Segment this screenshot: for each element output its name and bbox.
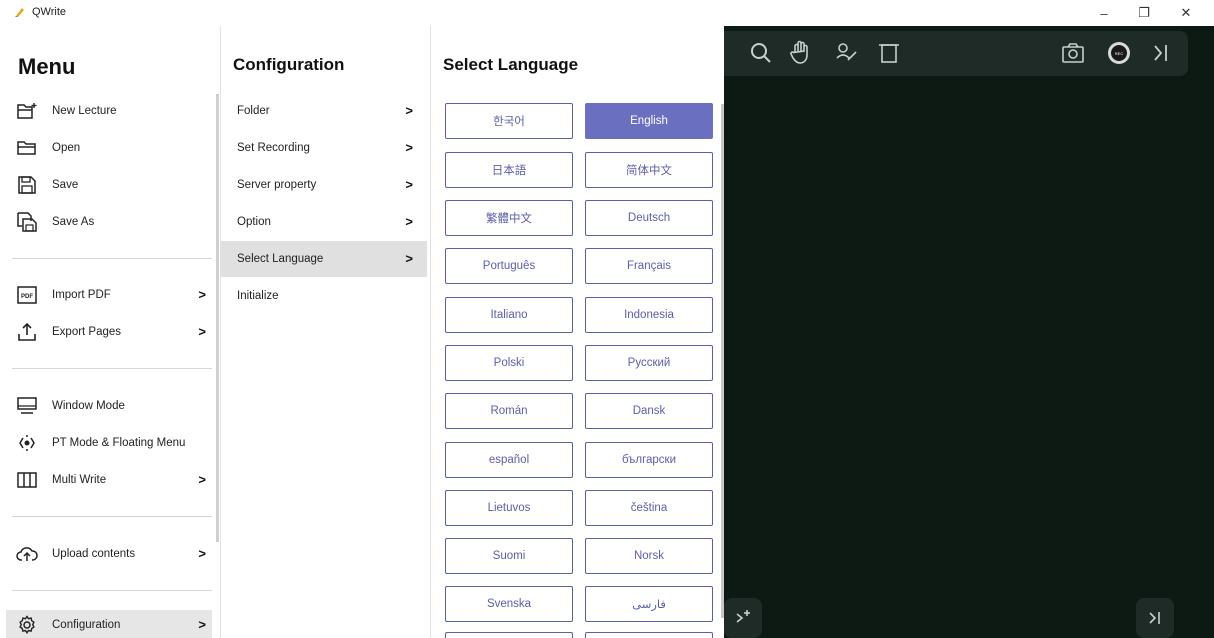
- chevron-right-icon: >: [405, 251, 413, 266]
- main-menu-panel: Menu New Lecture Open Save Save As PDF I…: [0, 26, 220, 638]
- chevron-right-icon: >: [198, 324, 206, 339]
- language-option-partial[interactable]: [445, 632, 573, 638]
- language-option-persian[interactable]: فارسی: [585, 586, 713, 622]
- chevron-right-icon: >: [198, 546, 206, 561]
- config-item-select-language[interactable]: Select Language >: [221, 241, 427, 277]
- language-option-japanese[interactable]: 日本語: [445, 152, 573, 188]
- group-icon[interactable]: [832, 38, 862, 68]
- menu-item-configuration[interactable]: Configuration >: [6, 610, 212, 638]
- language-option-partial[interactable]: [585, 632, 713, 638]
- menu-item-new-lecture[interactable]: New Lecture: [6, 96, 212, 126]
- language-option-english[interactable]: English: [585, 103, 713, 139]
- language-option-norwegian[interactable]: Norsk: [585, 538, 713, 574]
- floating-menu-icon: [16, 432, 38, 454]
- language-option-polish[interactable]: Polski: [445, 345, 573, 381]
- cloud-upload-icon: [16, 543, 38, 565]
- language-option-german[interactable]: Deutsch: [585, 200, 713, 236]
- language-option-bulgarian[interactable]: български: [585, 442, 713, 478]
- maximize-button[interactable]: ❐: [1124, 0, 1164, 26]
- hand-icon[interactable]: [786, 38, 816, 68]
- select-language-title: Select Language: [443, 55, 579, 74]
- config-item-initialize[interactable]: Initialize: [221, 278, 427, 314]
- language-option-russian[interactable]: Русский: [585, 345, 713, 381]
- svg-text:PDF: PDF: [21, 294, 33, 300]
- language-option-danish[interactable]: Dansk: [585, 393, 713, 429]
- close-button[interactable]: ✕: [1166, 0, 1206, 26]
- language-option-romanian[interactable]: Román: [445, 393, 573, 429]
- config-item-option[interactable]: Option >: [221, 204, 427, 240]
- menu-item-export-pages[interactable]: Export Pages >: [6, 317, 212, 347]
- new-lecture-icon: [16, 100, 38, 122]
- menu-item-open[interactable]: Open: [6, 133, 212, 163]
- camera-icon[interactable]: [1058, 38, 1088, 68]
- configuration-title: Configuration: [233, 55, 345, 74]
- language-option-lithuanian[interactable]: Lietuvos: [445, 490, 573, 526]
- language-option-indonesian[interactable]: Indonesia: [585, 297, 713, 333]
- add-icon: [736, 610, 750, 623]
- search-icon[interactable]: [746, 38, 776, 68]
- language-option-simplified-chinese[interactable]: 简体中文: [585, 152, 713, 188]
- language-option-french[interactable]: Français: [585, 248, 713, 284]
- collapse-icon[interactable]: [1146, 38, 1176, 68]
- multi-column-icon: [16, 469, 38, 491]
- svg-text:REC: REC: [1115, 51, 1124, 56]
- chevron-right-icon: >: [198, 472, 206, 487]
- save-icon: [16, 174, 38, 196]
- config-item-server-property[interactable]: Server property >: [221, 167, 427, 203]
- chevron-right-icon: >: [405, 103, 413, 118]
- chevron-right-icon: >: [405, 214, 413, 229]
- collapse-icon: [1149, 612, 1160, 624]
- export-icon: [16, 321, 38, 343]
- menu-divider: [12, 590, 212, 591]
- config-item-set-recording[interactable]: Set Recording >: [221, 130, 427, 166]
- config-item-folder[interactable]: Folder >: [221, 93, 427, 129]
- folder-open-icon: [16, 137, 38, 159]
- chevron-right-icon: >: [198, 287, 206, 302]
- menu-item-upload-contents[interactable]: Upload contents >: [6, 539, 212, 569]
- menu-item-save-as[interactable]: Save As: [6, 207, 212, 237]
- language-option-swedish[interactable]: Svenska: [445, 586, 573, 622]
- select-language-panel: Select Language 한국어 English 日本語 简体中文 繁體中…: [430, 26, 724, 638]
- language-option-czech[interactable]: čeština: [585, 490, 713, 526]
- minimize-button[interactable]: –: [1084, 0, 1124, 26]
- chevron-right-icon: >: [198, 617, 206, 632]
- chevron-right-icon: >: [405, 177, 413, 192]
- language-option-italian[interactable]: Italiano: [445, 297, 573, 333]
- drawing-canvas[interactable]: [724, 26, 1214, 638]
- language-option-traditional-chinese[interactable]: 繁體中文: [445, 200, 573, 236]
- app-title: QWrite: [32, 6, 67, 18]
- add-page-floating-button[interactable]: [724, 598, 762, 638]
- chevron-right-icon: >: [405, 140, 413, 155]
- menu-divider: [12, 516, 212, 517]
- menu-title: Menu: [18, 54, 76, 79]
- menu-item-pt-mode[interactable]: PT Mode & Floating Menu: [6, 428, 212, 458]
- frame-icon[interactable]: [874, 38, 904, 68]
- menu-item-import-pdf[interactable]: PDF Import PDF >: [6, 280, 212, 310]
- menu-divider: [12, 368, 212, 369]
- menu-item-window-mode[interactable]: Window Mode: [6, 391, 212, 421]
- menu-item-save[interactable]: Save: [6, 170, 212, 200]
- language-option-portuguese[interactable]: Português: [445, 248, 573, 284]
- monitor-icon: [16, 395, 38, 417]
- language-option-finnish[interactable]: Suomi: [445, 538, 573, 574]
- menu-item-multi-write[interactable]: Multi Write >: [6, 465, 212, 495]
- save-as-icon: [16, 211, 38, 233]
- language-option-spanish[interactable]: español: [445, 442, 573, 478]
- gear-icon: [16, 614, 38, 636]
- pdf-icon: PDF: [16, 284, 38, 306]
- expand-floating-button[interactable]: [1136, 598, 1174, 638]
- language-scrollbar[interactable]: [721, 104, 724, 618]
- menu-divider: [12, 258, 212, 259]
- title-bar: QWrite – ❐ ✕: [0, 0, 1214, 26]
- menu-scrollbar[interactable]: [216, 94, 219, 542]
- language-option-korean[interactable]: 한국어: [445, 103, 573, 139]
- configuration-panel: Configuration Folder > Set Recording > S…: [220, 26, 430, 638]
- record-icon[interactable]: REC: [1104, 38, 1134, 68]
- app-icon: [15, 8, 24, 17]
